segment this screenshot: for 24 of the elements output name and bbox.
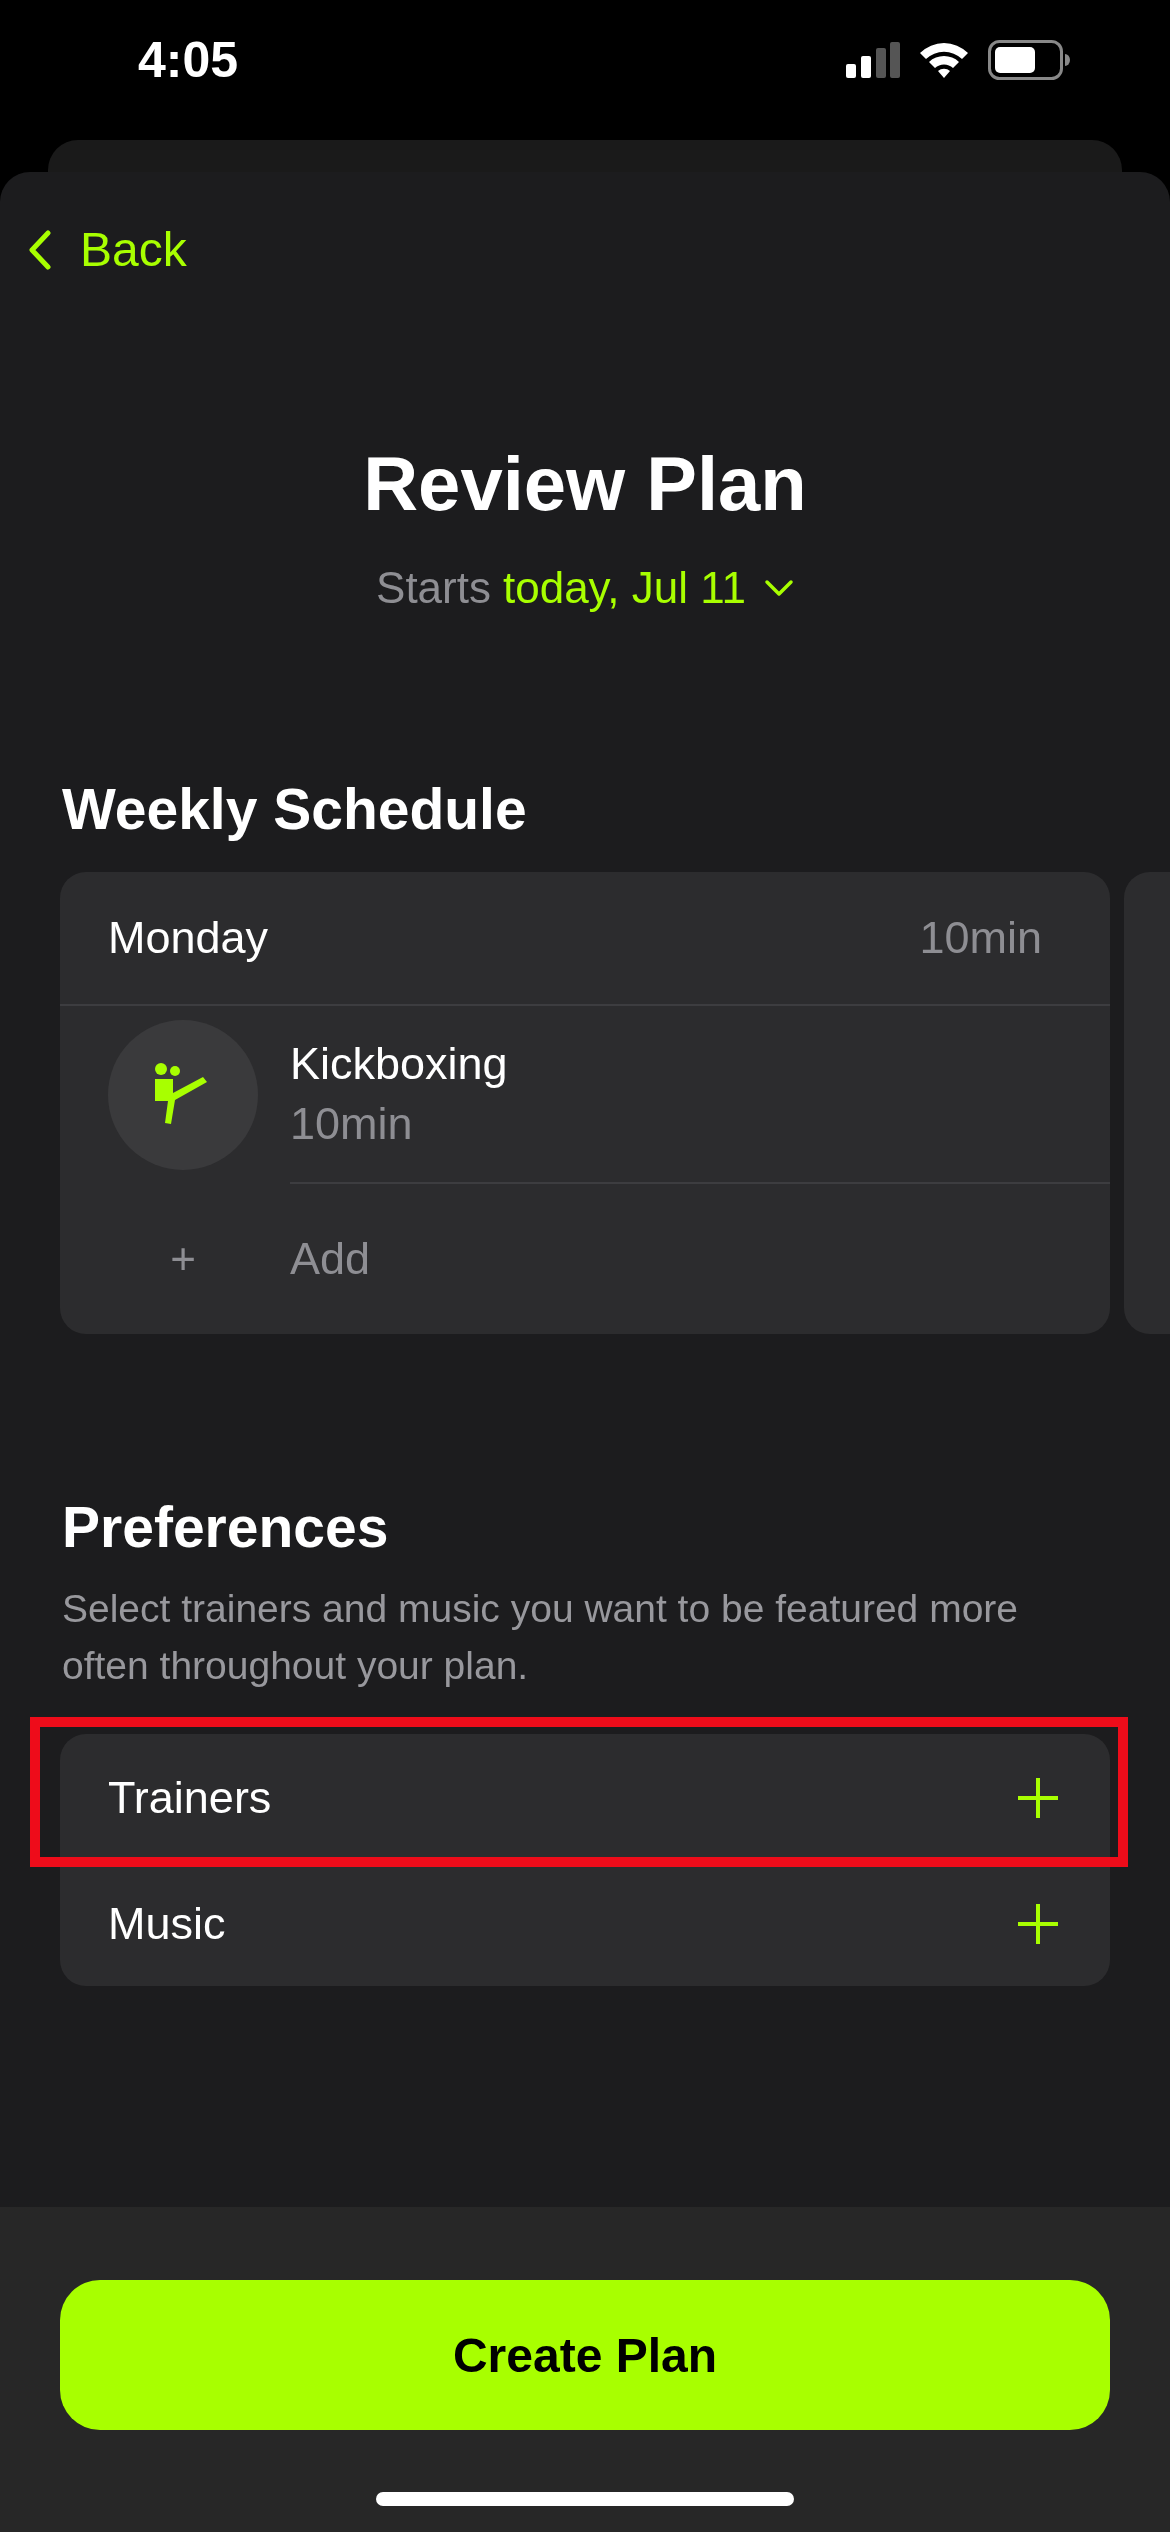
create-plan-button[interactable]: Create Plan — [60, 2280, 1110, 2430]
preference-label: Trainers — [108, 1772, 272, 1824]
day-name: Monday — [108, 912, 269, 964]
workout-item[interactable]: Kickboxing 10min — [60, 1006, 1110, 1184]
add-workout-button[interactable]: + Add — [60, 1184, 1110, 1334]
day-duration: 10min — [919, 912, 1042, 964]
preference-row[interactable]: Music — [60, 1862, 1110, 1986]
add-icon — [1016, 1776, 1060, 1820]
signal-icon — [846, 42, 900, 78]
start-date-picker[interactable]: today, Jul 11 — [502, 563, 794, 613]
section-heading: Preferences — [62, 1494, 390, 1560]
starts-label: Starts — [376, 563, 491, 613]
battery-icon — [988, 40, 1070, 80]
section-heading: Weekly Schedule — [62, 776, 528, 842]
section-description: Select trainers and music you want to be featured more often throughout your plan. — [62, 1586, 1019, 1689]
page-title: Review Plan — [362, 440, 808, 527]
add-icon — [1016, 1902, 1060, 1946]
status-time: 4:05 — [138, 31, 239, 89]
preference-label: Music — [108, 1898, 226, 1950]
back-button[interactable]: Back — [0, 222, 187, 277]
wifi-icon — [918, 41, 970, 79]
preference-row[interactable]: Trainers — [60, 1734, 1110, 1862]
back-chevron-icon — [28, 229, 52, 270]
chevron-down-icon — [763, 579, 794, 597]
